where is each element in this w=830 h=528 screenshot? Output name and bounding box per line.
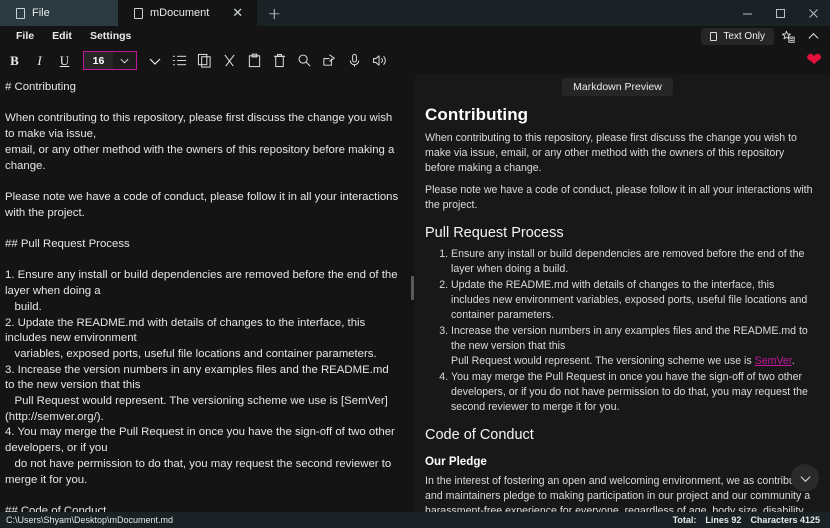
document-stats: Total: Lines 92 Characters 4125 bbox=[673, 515, 824, 525]
trash-icon[interactable] bbox=[267, 49, 292, 72]
editor-preview-split: # Contributing When contributing to this… bbox=[0, 74, 830, 512]
lines-count: Lines 92 bbox=[705, 515, 742, 525]
tab-mdocument[interactable]: mDocument ✕ bbox=[118, 0, 258, 26]
list-item: Ensure any install or build dependencies… bbox=[451, 247, 814, 277]
heart-icon[interactable]: ❤ bbox=[806, 47, 822, 74]
menu-item-settings[interactable]: Settings bbox=[81, 26, 140, 47]
new-tab-button[interactable]: + bbox=[257, 0, 292, 26]
close-icon[interactable] bbox=[797, 0, 830, 26]
preview-heading-code-of-conduct: Code of Conduct bbox=[425, 427, 534, 443]
preview-paragraph: Please note we have a code of conduct, p… bbox=[425, 184, 813, 211]
tab-label: File bbox=[32, 7, 50, 19]
markdown-preview-badge: Markdown Preview bbox=[562, 78, 673, 96]
titlebar-drag-area bbox=[291, 0, 731, 26]
tab-label: mDocument bbox=[150, 7, 210, 19]
italic-button[interactable]: I bbox=[27, 49, 52, 72]
title-bar: File mDocument ✕ + bbox=[0, 0, 830, 26]
preview-heading-contributing: Contributing bbox=[425, 105, 529, 124]
list-item: Increase the version numbers in any exam… bbox=[451, 324, 814, 369]
cut-scissors-icon[interactable] bbox=[217, 49, 242, 72]
list-item-text-cont: Pull Request would represent. The versio… bbox=[451, 355, 755, 367]
file-path-label: C:\Users\Shyam\Desktop\mDocument.md bbox=[6, 515, 174, 525]
menu-bar-right-actions: Text Only bbox=[701, 27, 830, 46]
speaker-icon[interactable] bbox=[367, 49, 392, 72]
formatting-toolbar: B I U 16 ❤ bbox=[0, 47, 830, 74]
tab-file[interactable]: File bbox=[0, 0, 118, 26]
preview-heading-pull-request-process: Pull Request Process bbox=[425, 225, 564, 241]
minimize-icon[interactable] bbox=[731, 0, 764, 26]
toolbar-overflow-button[interactable] bbox=[142, 49, 167, 72]
status-bar: C:\Users\Shyam\Desktop\mDocument.md Tota… bbox=[0, 512, 830, 528]
search-icon[interactable] bbox=[292, 49, 317, 72]
markdown-preview-pane: Markdown Preview Contributing When contr… bbox=[415, 74, 830, 512]
preview-ordered-list: Ensure any install or build dependencies… bbox=[421, 247, 814, 415]
list-item: Update the README.md with details of cha… bbox=[451, 278, 814, 323]
preview-paragraph: In the interest of fostering an open and… bbox=[425, 475, 813, 512]
rendered-markdown: Contributing When contributing to this r… bbox=[421, 105, 814, 512]
window-controls bbox=[731, 0, 830, 26]
paste-icon[interactable] bbox=[242, 49, 267, 72]
document-icon bbox=[710, 32, 718, 41]
bullet-list-icon[interactable] bbox=[167, 49, 192, 72]
bold-button[interactable]: B bbox=[2, 49, 27, 72]
preview-paragraph: When contributing to this repository, pl… bbox=[425, 132, 797, 174]
markdown-source-textarea[interactable]: # Contributing When contributing to this… bbox=[5, 80, 400, 512]
menu-item-edit[interactable]: Edit bbox=[43, 26, 81, 47]
markdown-editor-pane[interactable]: # Contributing When contributing to this… bbox=[0, 74, 410, 512]
characters-count: Characters 4125 bbox=[750, 515, 820, 525]
total-label: Total: bbox=[672, 515, 697, 525]
chevron-up-icon[interactable] bbox=[802, 27, 824, 46]
chevron-down-icon[interactable] bbox=[113, 52, 136, 69]
menu-item-file[interactable]: File bbox=[7, 26, 43, 47]
text-only-button[interactable]: Text Only bbox=[701, 28, 774, 45]
list-item: You may merge the Pull Request in once y… bbox=[451, 370, 814, 415]
underline-button[interactable]: U bbox=[52, 49, 77, 72]
document-icon bbox=[16, 7, 25, 19]
list-item-text: Increase the version numbers in any exam… bbox=[451, 325, 808, 352]
microphone-icon[interactable] bbox=[342, 49, 367, 72]
semver-link[interactable]: SemVer bbox=[755, 355, 792, 367]
font-size-combobox[interactable]: 16 bbox=[83, 51, 137, 70]
document-icon bbox=[134, 7, 143, 19]
menu-bar: File Edit Settings Text Only bbox=[0, 26, 830, 47]
maximize-icon[interactable] bbox=[764, 0, 797, 26]
preview-heading-our-pledge: Our Pledge bbox=[425, 455, 487, 468]
share-icon[interactable] bbox=[317, 49, 342, 72]
close-icon[interactable]: ✕ bbox=[216, 7, 243, 20]
star-favorite-icon[interactable] bbox=[777, 27, 799, 46]
text-only-label: Text Only bbox=[723, 31, 765, 42]
list-item-text-end: . bbox=[791, 355, 795, 367]
copy-icon[interactable] bbox=[192, 49, 217, 72]
scroll-down-button[interactable] bbox=[791, 464, 819, 492]
font-size-value: 16 bbox=[84, 52, 113, 69]
